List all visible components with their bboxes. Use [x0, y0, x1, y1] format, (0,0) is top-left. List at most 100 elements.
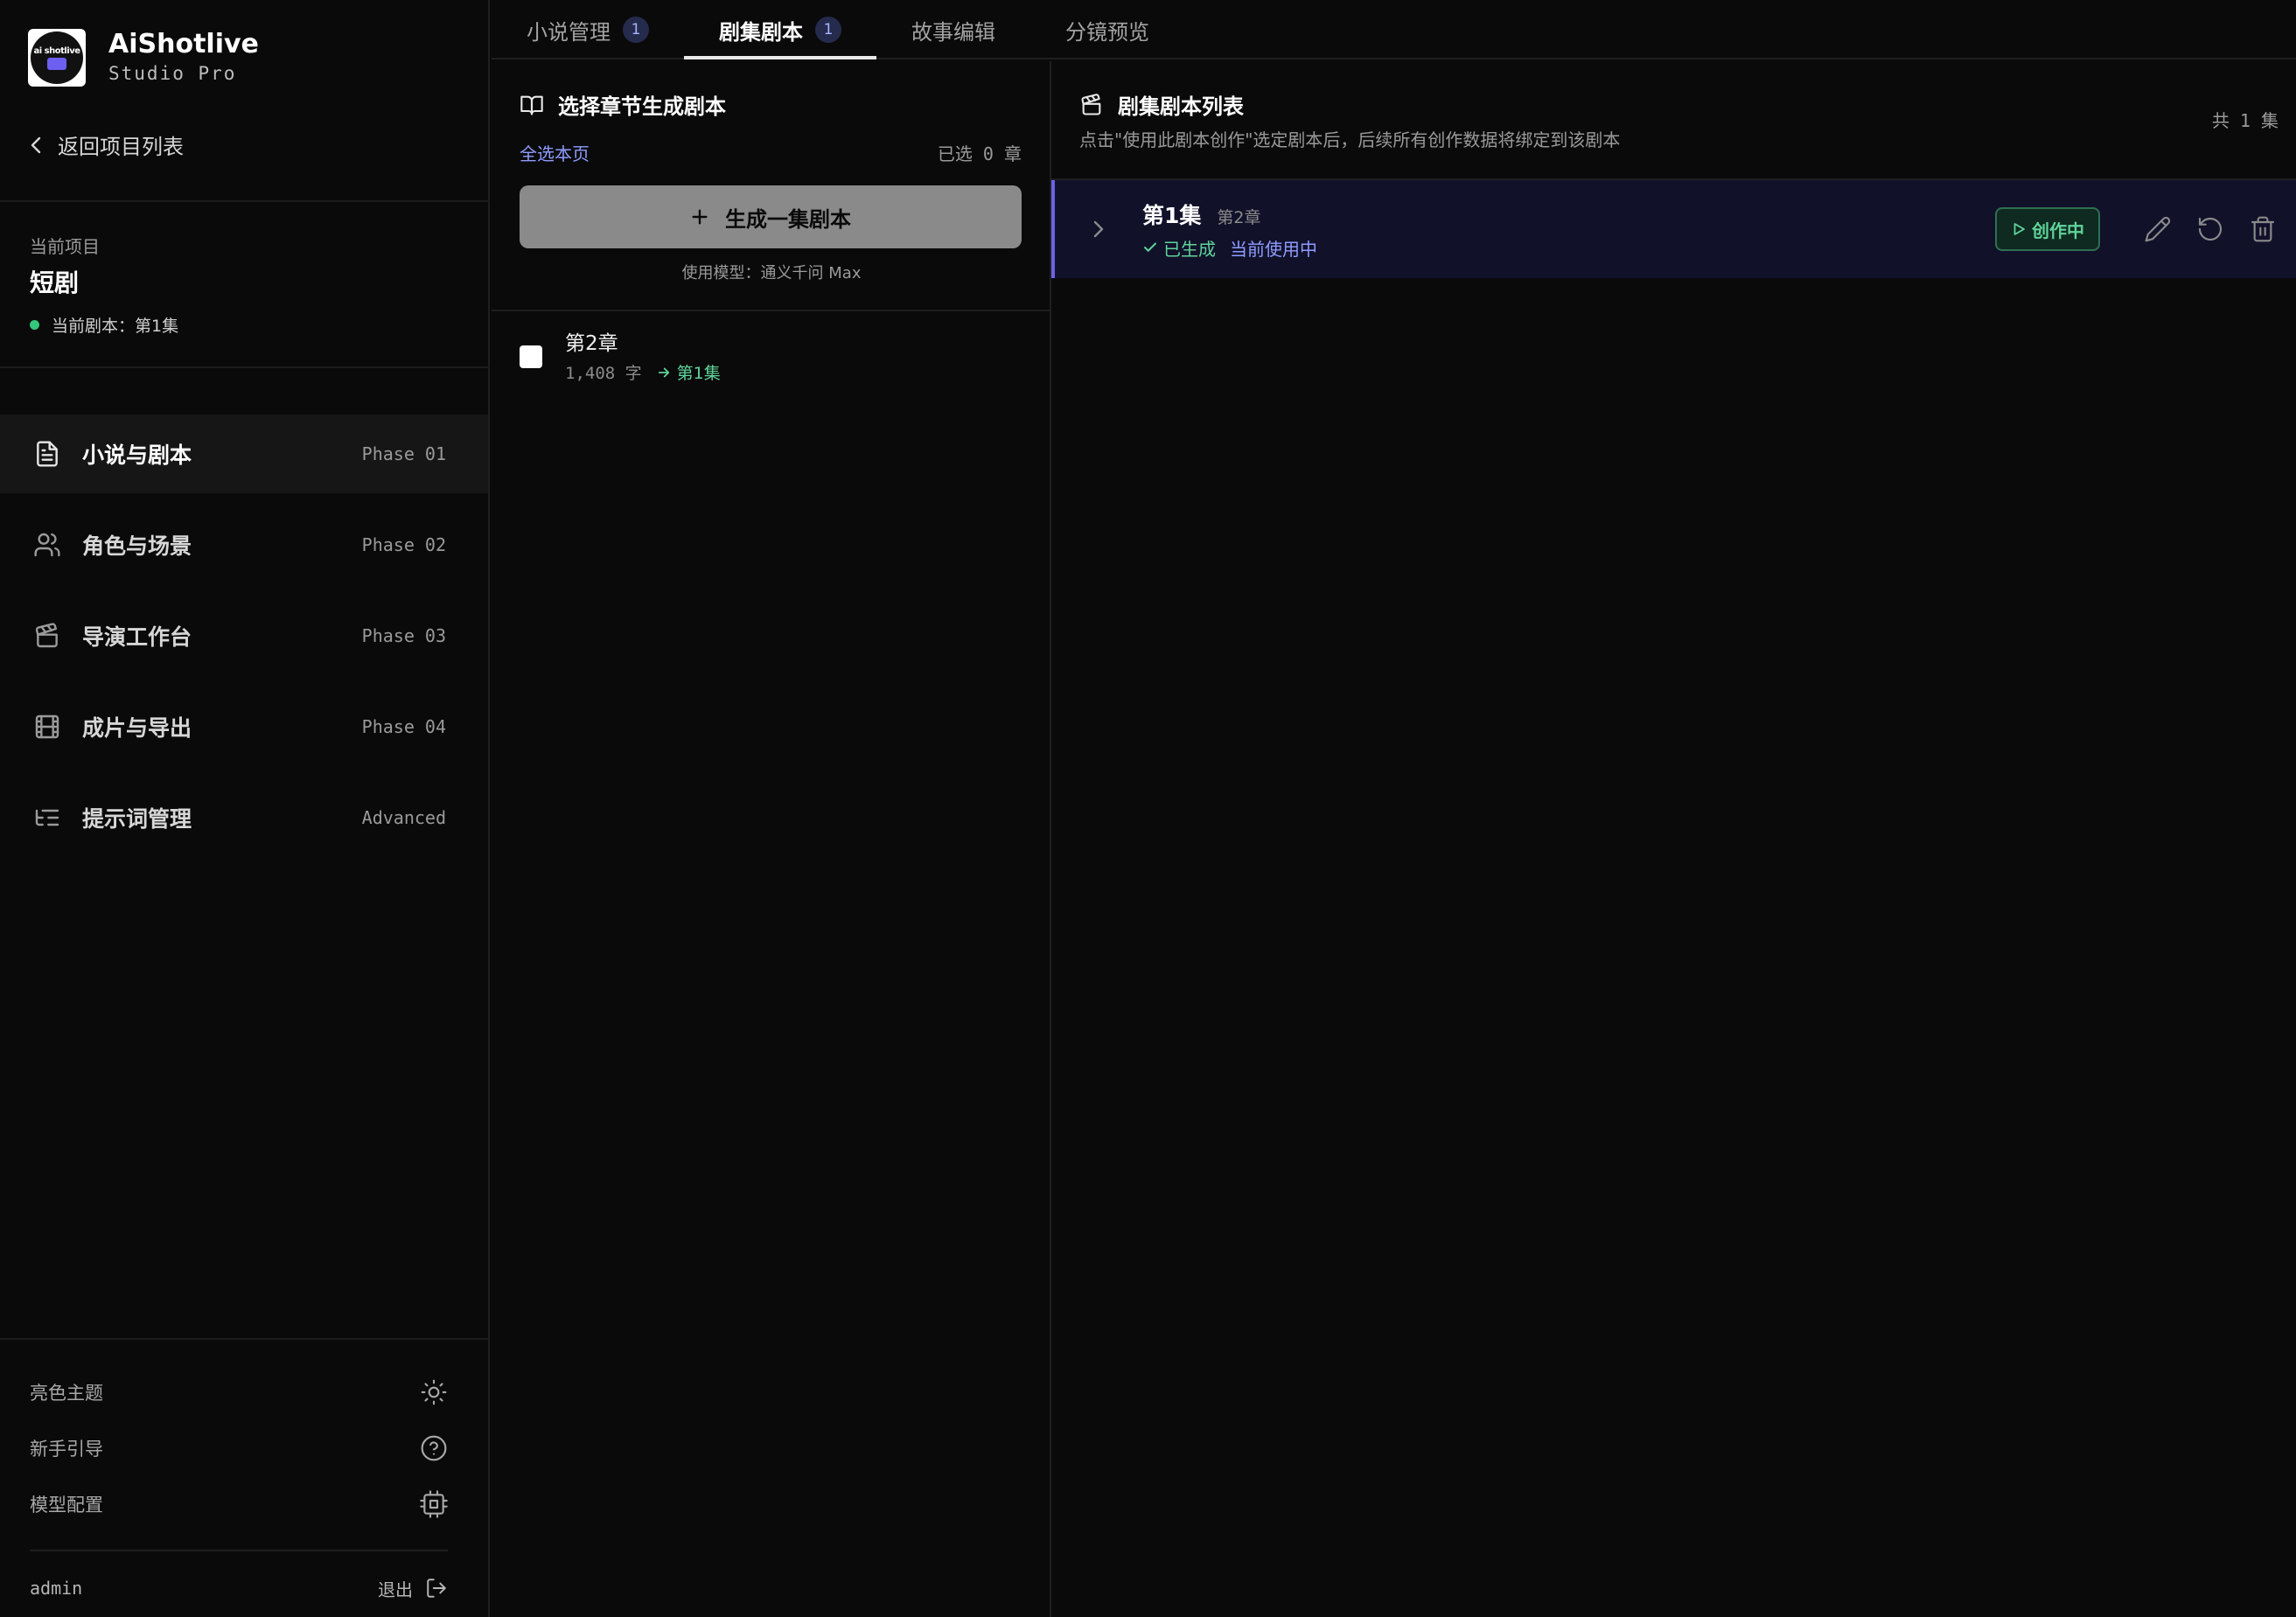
user-row: admin 退出 — [30, 1571, 448, 1606]
current-script-label: 当前剧本：第1集 — [52, 317, 179, 336]
model-hint: 使用模型：通义千问 Max — [681, 264, 862, 282]
cpu-icon — [420, 1490, 448, 1518]
logout-label: 退出 — [378, 1579, 413, 1600]
light-theme-toggle[interactable]: 亮色主题 — [30, 1364, 448, 1420]
trash-icon[interactable] — [2249, 215, 2277, 243]
nav-label: 成片与导出 — [82, 715, 192, 741]
phase-nav: 小说与剧本 Phase 01 角色与场景 Phase 02 导演工作台 Phas… — [0, 415, 488, 869]
chapter-checkbox[interactable] — [520, 345, 542, 368]
divider — [0, 1338, 490, 1340]
episode-total: 共 1 集 — [2211, 110, 2279, 131]
book-open-icon — [520, 95, 543, 115]
nav-phase: Phase 04 — [361, 716, 446, 737]
count-badge: 1 — [815, 17, 841, 43]
theme-label: 亮色主题 — [30, 1383, 103, 1404]
nav-item-novel-script[interactable]: 小说与剧本 Phase 01 — [0, 415, 488, 493]
play-icon — [2013, 223, 2025, 235]
onboarding-guide-button[interactable]: 新手引导 — [30, 1420, 448, 1476]
generate-episode-button[interactable]: 生成一集剧本 — [520, 185, 1022, 248]
sidebar: ai shotlive AiShotlive Studio Pro 返回项目列表… — [0, 0, 490, 1617]
table-row[interactable]: 第1集 第2章 已生成 当前使用中 创作中 — [1051, 180, 2296, 278]
select-all-page-link[interactable]: 全选本页 — [520, 140, 590, 165]
project-label: 当前项目 — [30, 236, 100, 257]
sun-icon — [421, 1379, 447, 1405]
episode-chapter: 第2章 — [1217, 207, 1261, 227]
plus-icon — [692, 209, 708, 225]
users-icon — [34, 533, 60, 557]
chevron-left-icon — [31, 136, 41, 153]
chevron-right-icon[interactable] — [1085, 215, 1113, 243]
count-badge: 1 — [623, 17, 649, 43]
divider — [0, 200, 490, 202]
nav-label: 小说与剧本 — [82, 443, 192, 468]
nav-item-director-workbench[interactable]: 导演工作台 Phase 03 — [0, 596, 488, 675]
episode-panel-title: 剧集剧本列表 — [1079, 89, 1244, 120]
arrow-right-icon — [658, 367, 669, 377]
logout-button[interactable]: 退出 — [378, 1576, 448, 1601]
status-dot — [30, 320, 39, 330]
chapter-meta: 1,408 字 第1集 — [565, 360, 721, 384]
clapperboard-icon — [1081, 93, 1101, 115]
tab-label: 剧集剧本 — [719, 19, 803, 45]
brand: ai shotlive AiShotlive Studio Pro — [28, 29, 259, 87]
episode-actions: 创作中 — [1995, 207, 2277, 251]
list-tree-icon — [35, 809, 59, 826]
panel-title-text: 剧集剧本列表 — [1118, 94, 1244, 119]
creating-label: 创作中 — [2032, 220, 2084, 241]
linked-episode-label: 第1集 — [676, 364, 721, 383]
nav-label: 提示词管理 — [82, 806, 192, 832]
app-subtitle: Studio Pro — [108, 63, 237, 84]
chapter-panel-title: 选择章节生成剧本 — [520, 89, 726, 120]
model-config-label: 模型配置 — [30, 1495, 103, 1516]
username: admin — [30, 1578, 83, 1599]
model-config-button[interactable]: 模型配置 — [30, 1476, 448, 1532]
edit-icon[interactable] — [2144, 215, 2172, 243]
nav-label: 导演工作台 — [82, 624, 192, 650]
check-icon — [1144, 242, 1156, 252]
episode-list-panel: 剧集剧本列表 点击"使用此剧本创作"选定剧本后，后续所有创作数据将绑定到该剧本 … — [1051, 61, 2296, 1617]
tab-label: 故事编辑 — [911, 19, 995, 45]
regenerate-icon[interactable] — [2196, 215, 2224, 243]
tab-story-edit[interactable]: 故事编辑 — [876, 0, 1030, 59]
tab-episode-scripts[interactable]: 剧集剧本 1 — [684, 0, 876, 59]
nav-item-prompt-management[interactable]: 提示词管理 Advanced — [0, 778, 488, 857]
linked-episode: 第1集 — [656, 360, 721, 384]
creating-button[interactable]: 创作中 — [1995, 207, 2100, 251]
tab-label: 小说管理 — [527, 19, 611, 45]
divider — [30, 1550, 448, 1551]
current-script-status: 当前剧本：第1集 — [30, 313, 178, 337]
chapter-title: 第2章 — [565, 332, 618, 355]
nav-label: 角色与场景 — [82, 533, 192, 559]
nav-phase: Phase 02 — [361, 534, 446, 555]
document-icon — [37, 441, 58, 467]
logo-text: ai shotlive — [33, 45, 80, 56]
generated-status: 已生成 — [1142, 235, 1216, 261]
app-logo: ai shotlive — [28, 29, 86, 87]
tab-storyboard-preview[interactable]: 分镜预览 — [1030, 0, 1184, 59]
app-name: AiShotlive — [108, 29, 259, 59]
nav-item-characters-scenes[interactable]: 角色与场景 Phase 02 — [0, 505, 488, 584]
generate-button-label: 生成一集剧本 — [725, 206, 851, 232]
tab-novel-management[interactable]: 小说管理 1 — [492, 0, 684, 59]
clapperboard-icon — [35, 623, 58, 648]
chapter-select-panel: 选择章节生成剧本 全选本页 已选 0 章 生成一集剧本 使用模型：通义千问 Ma… — [492, 61, 1051, 1617]
in-use-badge: 当前使用中 — [1230, 238, 1317, 260]
film-icon — [35, 714, 59, 739]
help-circle-icon — [421, 1435, 447, 1461]
episode-title: 第1集 — [1142, 202, 1202, 228]
nav-item-final-export[interactable]: 成片与导出 Phase 04 — [0, 687, 488, 766]
logout-icon — [427, 1579, 446, 1598]
nav-phase: Phase 03 — [361, 625, 446, 646]
word-count: 1,408 字 — [565, 364, 642, 383]
panel-title-text: 选择章节生成剧本 — [558, 94, 726, 119]
back-label: 返回项目列表 — [58, 135, 184, 159]
status-text: 已生成 — [1163, 238, 1216, 260]
tab-label: 分镜预览 — [1065, 19, 1149, 45]
nav-phase: Phase 01 — [361, 443, 446, 464]
nav-phase: Advanced — [361, 807, 446, 828]
list-item: 第2章 1,408 字 第1集 — [520, 329, 1022, 384]
divider — [0, 366, 490, 368]
episode-info: 第1集 第2章 已生成 当前使用中 — [1142, 199, 1995, 261]
back-to-projects-link[interactable]: 返回项目列表 — [30, 129, 184, 160]
project-name: 短剧 — [30, 268, 80, 297]
